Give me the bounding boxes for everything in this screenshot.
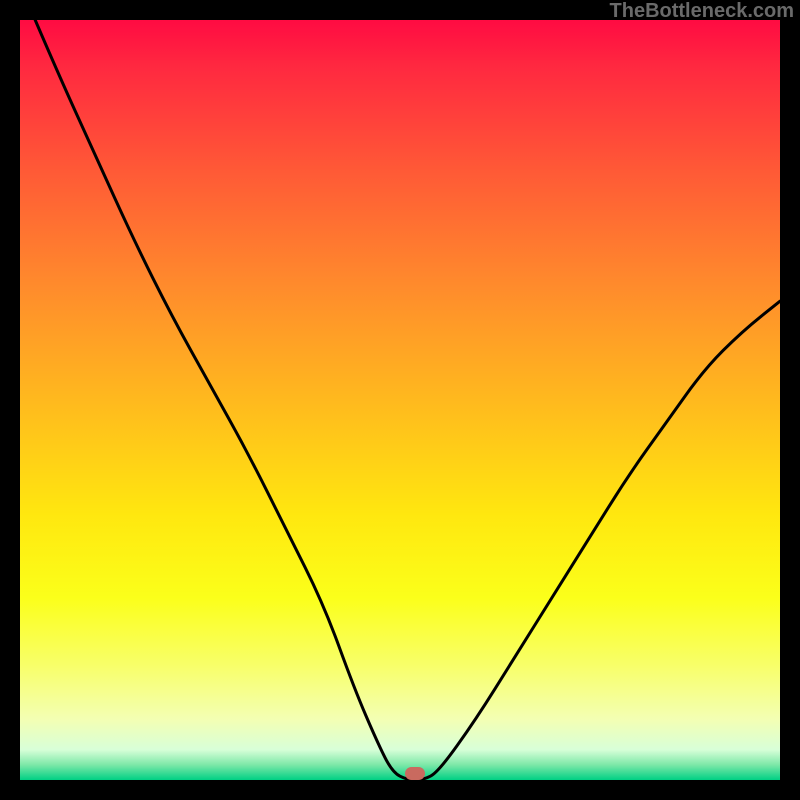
optimum-marker xyxy=(405,767,425,780)
bottleneck-curve-path xyxy=(35,20,780,780)
curve-svg xyxy=(20,20,780,780)
chart-frame: TheBottleneck.com xyxy=(0,0,800,800)
plot-area xyxy=(20,20,780,780)
